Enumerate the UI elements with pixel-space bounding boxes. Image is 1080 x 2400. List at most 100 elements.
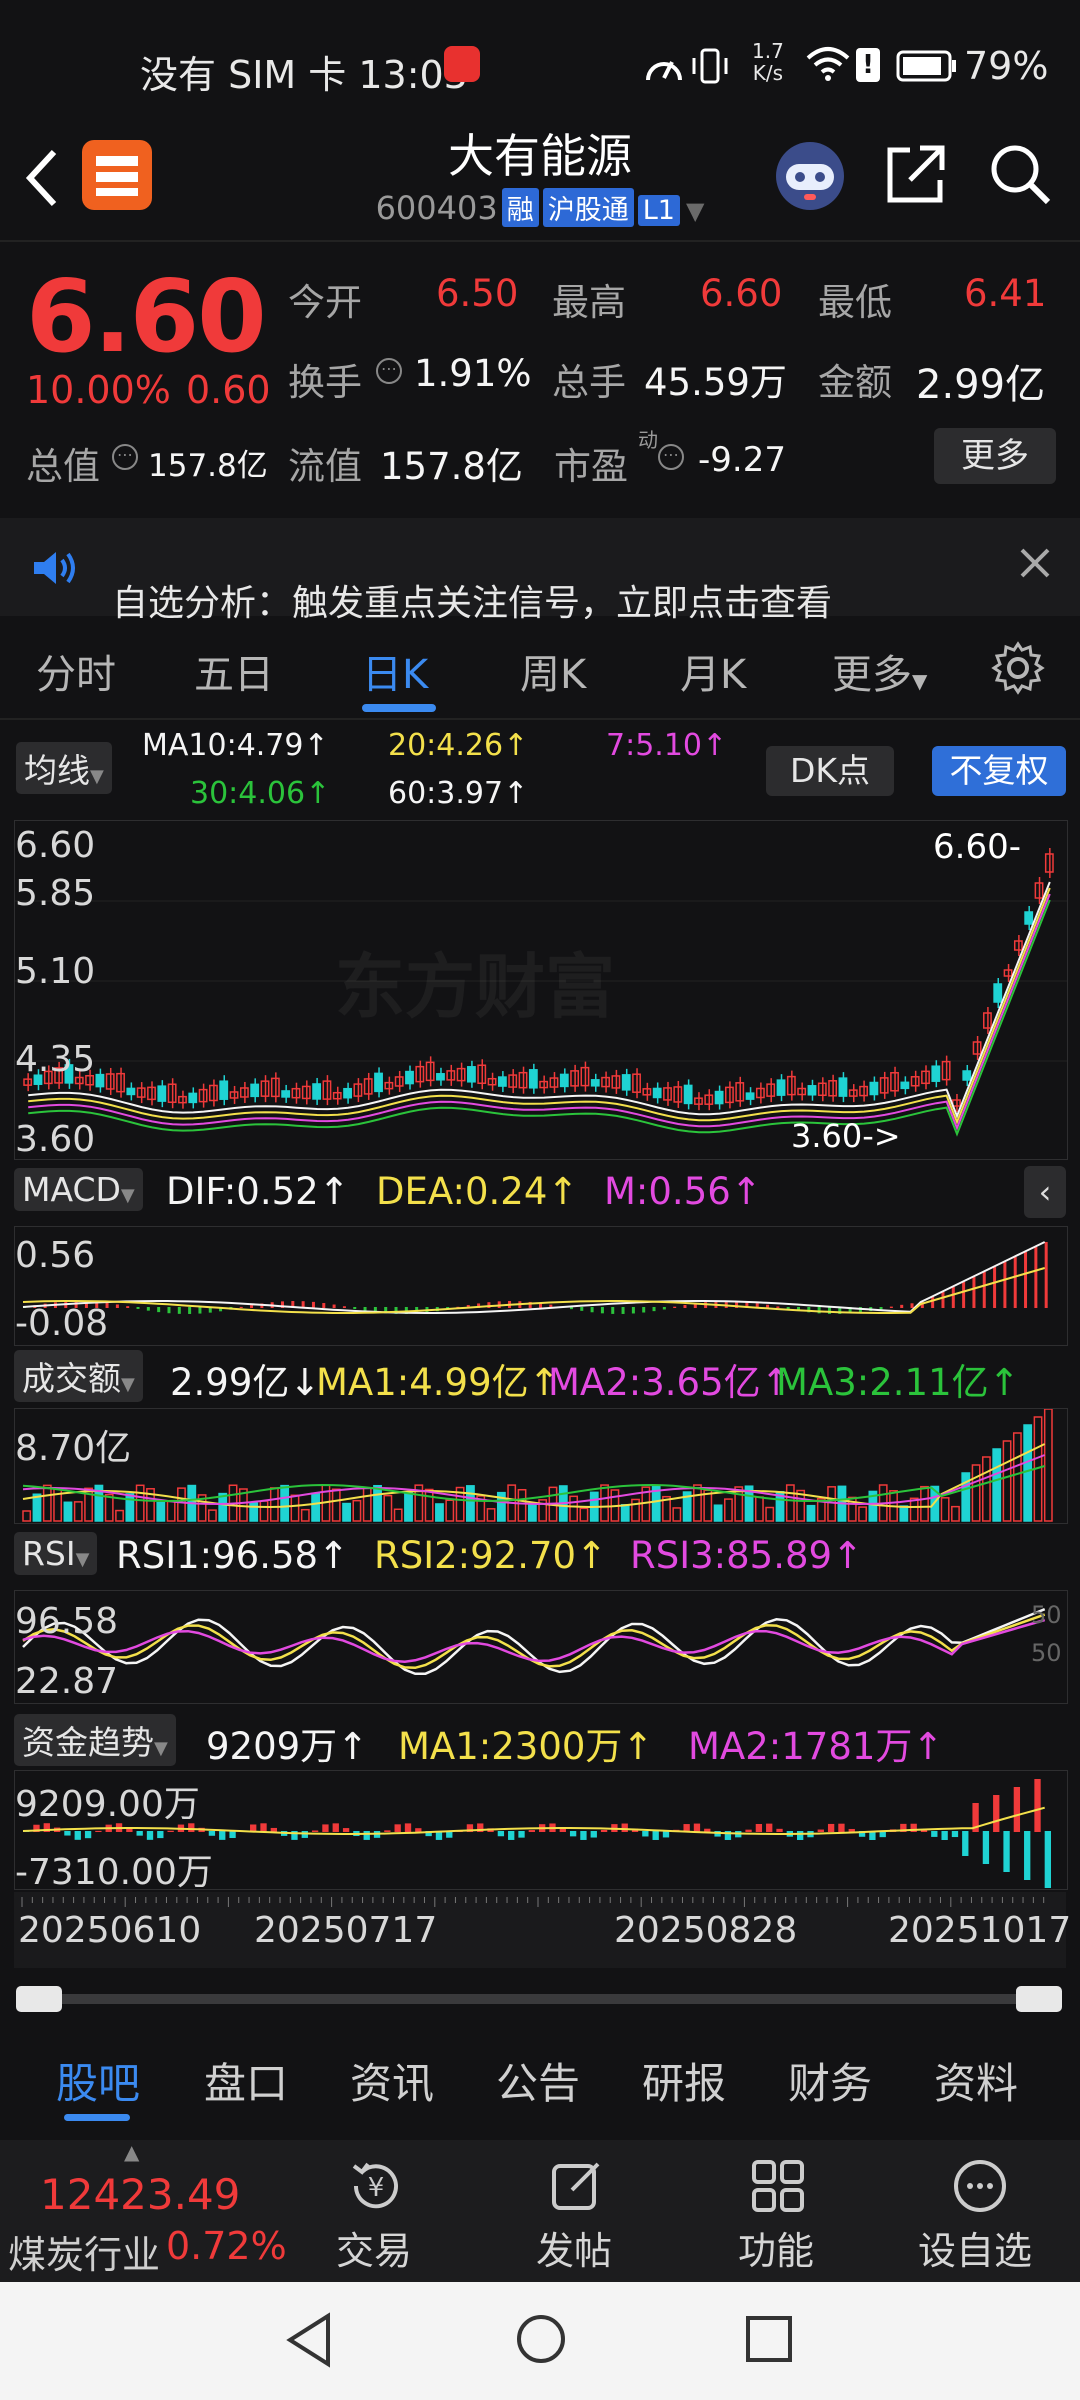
funds-bar [797, 1831, 804, 1840]
volume-bar [280, 1484, 290, 1522]
share-icon[interactable] [884, 142, 948, 206]
funds-selector[interactable]: 资金趋势▼ [14, 1714, 176, 1766]
volume-selector[interactable]: 成交额▼ [14, 1350, 143, 1402]
volume-bar [342, 1502, 351, 1522]
more-quote-button[interactable]: 更多 [934, 428, 1056, 484]
volume-bar [672, 1507, 682, 1522]
volume-bar [486, 1508, 496, 1522]
volume-ma3: MA3:2.11亿↑ [776, 1361, 1020, 1404]
battery-percent: 79% [964, 44, 1049, 88]
ma-selector[interactable]: 均线▼ [16, 742, 112, 794]
funds-panel[interactable]: 9209.00万 -7310.00万 [14, 1770, 1068, 1893]
funds-bar [838, 1823, 845, 1832]
volume-bar [383, 1494, 393, 1522]
float-value: 157.8亿 [380, 445, 523, 488]
macd-panel[interactable]: 0.56 -0.08 [14, 1226, 1068, 1346]
tab-profile[interactable]: 资料 [934, 2050, 1018, 2111]
add-watchlist-icon [954, 2160, 1006, 2212]
svg-text:¥: ¥ [368, 2173, 385, 2203]
functions-button[interactable]: 功能 [738, 2220, 814, 2275]
tab-financials[interactable]: 财务 [788, 2050, 872, 2111]
volume-ma-line [22, 1465, 1045, 1503]
tab-news[interactable]: 资讯 [350, 2050, 434, 2111]
tab-research[interactable]: 研报 [642, 2050, 726, 2111]
rsi-selector[interactable]: RSI▼ [14, 1532, 98, 1575]
info-icon[interactable]: ⋯ [112, 444, 138, 470]
no-adjust-button[interactable]: 不复权 [932, 746, 1066, 796]
volume-bar [259, 1500, 269, 1522]
candle [621, 1074, 631, 1091]
settings-gear-icon[interactable] [990, 640, 1046, 696]
funds-bar [342, 1828, 350, 1832]
tag-dropdown-icon[interactable]: ▼ [686, 197, 704, 225]
candle [126, 1087, 136, 1096]
tab-daily-k[interactable]: 日K [362, 642, 428, 700]
macd-bar [1013, 1257, 1017, 1308]
macd-selector[interactable]: MACD▼ [14, 1168, 143, 1211]
expand-up-icon[interactable]: ▲ [124, 2140, 139, 2164]
range-handle-right[interactable] [1016, 1986, 1062, 2012]
sector-index-value[interactable]: 12423.49 [40, 2170, 240, 2219]
pe-label: 市盈 [554, 445, 628, 488]
robot-assistant-icon[interactable] [770, 134, 850, 214]
macd-bar [332, 1304, 336, 1308]
funds-ma1: MA1:2300万↑ [398, 1725, 654, 1768]
volume-bar [177, 1487, 186, 1522]
range-scrollbar[interactable] [20, 1994, 1060, 2004]
candle [838, 1077, 848, 1097]
tab-more[interactable]: 更多▼ [832, 642, 927, 700]
range-handle-left[interactable] [16, 1986, 62, 2012]
tab-orderbook[interactable]: 盘口 [204, 2050, 288, 2111]
tab-monthly-k[interactable]: 月K [680, 642, 746, 700]
candle [343, 1087, 352, 1099]
funds-bar [1044, 1831, 1051, 1888]
tab-intraday[interactable]: 分时 [36, 642, 116, 700]
rsi-panel[interactable]: 96.58 22.87 50 50 [14, 1590, 1068, 1704]
macd-bar [631, 1307, 635, 1314]
info-icon[interactable]: ⋯ [376, 358, 402, 384]
tab-announcements[interactable]: 公告 [496, 2050, 580, 2111]
add-watchlist-button[interactable]: 设自选 [918, 2220, 1032, 2275]
trade-button[interactable]: 交易 [336, 2220, 412, 2275]
tab-five-day[interactable]: 五日 [194, 642, 274, 700]
volume-bar [1002, 1440, 1012, 1522]
volume-value: 45.59万 [644, 361, 787, 404]
dk-point-button[interactable]: DK点 [766, 746, 894, 796]
funds-bar [755, 1823, 763, 1832]
nav-home-icon[interactable] [514, 2312, 568, 2366]
candle [683, 1084, 693, 1105]
volume-panel[interactable]: 8.70亿 [14, 1408, 1068, 1524]
candle [559, 1073, 569, 1088]
close-icon[interactable] [1018, 546, 1052, 580]
kline-panel[interactable]: 东方财富 6.60 5.85 5.10 4.35 3.60 6.60- 3.60… [14, 820, 1068, 1160]
sector-name[interactable]: 煤炭行业 [8, 2224, 160, 2279]
rsi2-value: RSI2:92.70↑ [374, 1534, 608, 1577]
info-icon[interactable]: ⋯ [658, 444, 684, 470]
volume-bar [362, 1486, 372, 1522]
search-icon[interactable] [988, 142, 1052, 206]
collapse-chevron-icon[interactable]: ‹ [1024, 1166, 1066, 1218]
macd-line [22, 1267, 1045, 1314]
nav-back-icon[interactable] [284, 2312, 334, 2368]
volume-bar [73, 1501, 83, 1522]
macd-bar [353, 1307, 357, 1310]
notice-banner[interactable]: 自选分析：触发重点关注信号，立即点击查看 [0, 518, 1080, 624]
tab-weekly-k[interactable]: 周K [520, 642, 586, 700]
funds-bar [64, 1831, 71, 1836]
tab-forum[interactable]: 股吧 [56, 2050, 140, 2111]
macd-bar [198, 1307, 202, 1314]
nav-recents-icon[interactable] [744, 2314, 794, 2364]
post-button[interactable]: 发帖 [536, 2220, 612, 2275]
funds-bar [621, 1823, 628, 1832]
tabs-divider [0, 718, 1080, 720]
macd-bar [342, 1306, 346, 1308]
funds-bar [260, 1823, 267, 1832]
rsi3-value: RSI3:85.89↑ [630, 1534, 864, 1577]
volume-bar [331, 1488, 341, 1522]
low-price-marker: 3.60-> [791, 1117, 901, 1155]
chevron-down-icon: ▼ [912, 669, 928, 693]
macd-bar [621, 1307, 625, 1314]
tag-level: L1 [637, 195, 680, 226]
rsi-ref-low: 50 [1031, 1639, 1062, 1667]
volume-bar [920, 1485, 929, 1522]
